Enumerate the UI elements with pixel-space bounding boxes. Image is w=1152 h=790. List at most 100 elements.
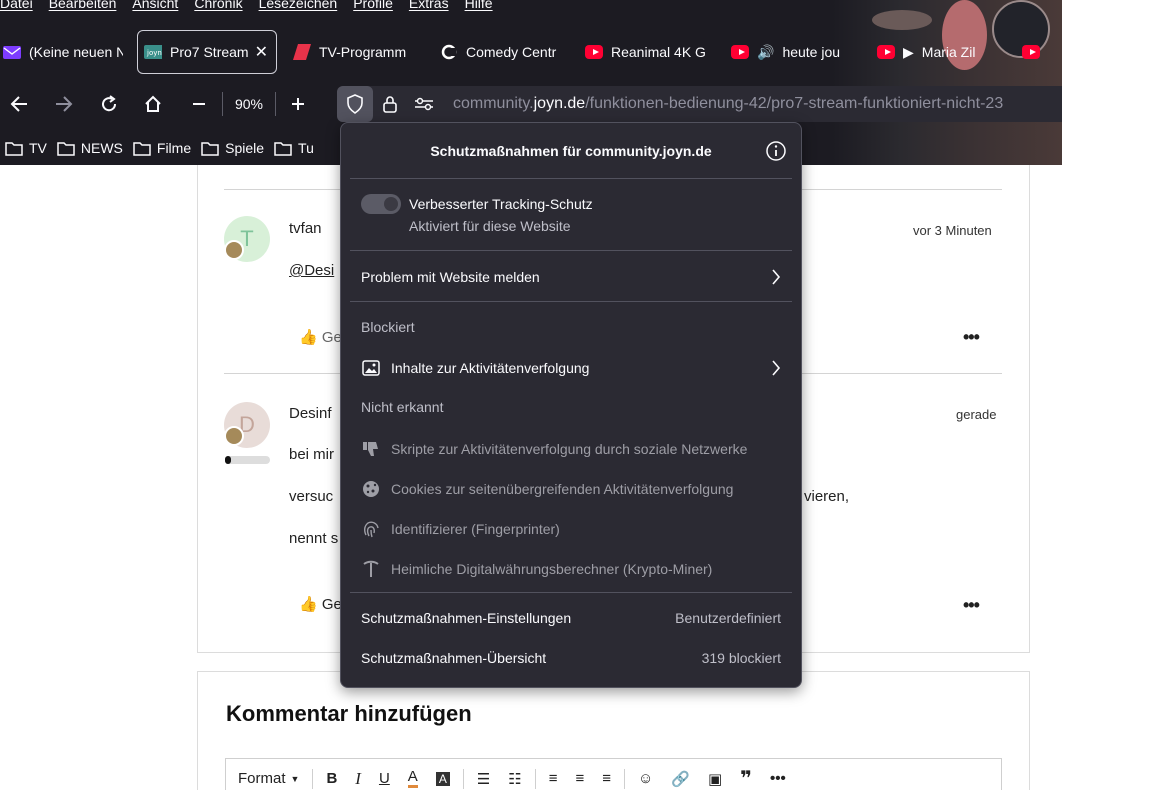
zoom-in-button[interactable] [285, 84, 311, 124]
menu-profile[interactable]: Profile [353, 0, 393, 15]
align-left-button[interactable]: ≡ [540, 759, 567, 790]
fingerprinters-row[interactable]: Identifizierer (Fingerprinter) [361, 519, 781, 539]
text-color-button[interactable]: A [399, 759, 427, 790]
tab-tv-programm[interactable]: TV-Programm [293, 30, 417, 74]
url-path: /funktionen-bedienung-42/pro7-stream-fun… [585, 95, 1004, 112]
cryptominers-row[interactable]: Heimliche Digitalwährungsberechner (Kryp… [361, 559, 781, 579]
menu-ansicht[interactable]: Ansicht [132, 0, 178, 15]
speaker-icon[interactable]: 🔊 [757, 44, 774, 61]
permissions-button[interactable] [407, 86, 441, 122]
bookmark-folder-tv[interactable]: TV [5, 140, 47, 156]
more-options-button[interactable]: ••• [963, 327, 980, 348]
menu-extras[interactable]: Extras [409, 0, 449, 15]
close-tab-icon[interactable]: ✕ [255, 42, 268, 62]
cryptominers-label: Heimliche Digitalwährungsberechner (Kryp… [391, 561, 713, 577]
tab-youtube[interactable] [1022, 30, 1062, 74]
url-text[interactable]: community.joyn.de/funktionen-bedienung-4… [453, 95, 1003, 113]
home-button[interactable] [138, 84, 168, 124]
tab-comedy-central[interactable]: Comedy Centr [440, 30, 562, 74]
tab-bar: (Keine neuen N joyn Pro7 Stream ✕ TV-Pro… [0, 30, 1062, 74]
image-icon [361, 358, 381, 378]
more-options-button[interactable]: ••• [963, 595, 980, 616]
bookmark-folder-spiele[interactable]: Spiele [201, 140, 264, 156]
reload-button[interactable] [94, 84, 124, 124]
forward-button[interactable] [49, 84, 79, 124]
back-button[interactable] [4, 84, 34, 124]
post-mention[interactable]: @Desi [289, 262, 334, 279]
like-button[interactable]: 👍 Ge [299, 595, 342, 613]
fingerprint-icon [361, 519, 381, 539]
play-icon[interactable]: ▶ [903, 44, 914, 61]
social-trackers-row[interactable]: Skripte zur Aktivitätenverfolgung durch … [361, 439, 781, 459]
format-dropdown[interactable]: Format ▼ [226, 759, 308, 790]
panel-title: Schutzmaßnahmen für community.joyn.de [430, 143, 712, 159]
youtube-icon [877, 45, 895, 59]
cross-site-cookies-label: Cookies zur seitenübergreifenden Aktivit… [391, 481, 734, 497]
chevron-right-icon [772, 269, 781, 285]
joyn-icon: joyn [144, 45, 162, 59]
align-center-button[interactable]: ≡ [567, 759, 594, 790]
folder-icon [274, 141, 292, 156]
quote-button[interactable]: ❞ [731, 759, 761, 790]
tab-mail[interactable]: (Keine neuen N [3, 30, 123, 74]
tracking-protection-toggle[interactable] [361, 194, 401, 214]
site-security-button[interactable] [373, 86, 407, 122]
bookmark-label: Filme [156, 140, 192, 156]
menu-lesezeichen[interactable]: Lesezeichen [259, 0, 338, 15]
post-author[interactable]: Desinf [289, 405, 332, 422]
image-button[interactable]: ▣ [699, 759, 731, 790]
align-right-button[interactable]: ≡ [593, 759, 620, 790]
tab-heute-journal[interactable]: 🔊 heute jou [731, 30, 851, 74]
menu-hilfe[interactable]: Hilfe [465, 0, 493, 15]
zoom-out-button[interactable] [186, 84, 212, 124]
tab-reanimal[interactable]: Reanimal 4K G [585, 30, 707, 74]
like-button[interactable]: 👍 Ge [299, 328, 342, 346]
protection-dashboard-button[interactable]: Schutzmaßnahmen-Übersicht 319 blockiert [361, 650, 781, 666]
blocked-heading: Blockiert [361, 319, 415, 335]
menu-chronik[interactable]: Chronik [194, 0, 242, 15]
post-author[interactable]: tvfan [289, 220, 322, 237]
zoom-level[interactable]: 90% [222, 92, 276, 116]
not-detected-heading: Nicht erkannt [361, 399, 444, 415]
underline-button[interactable]: U [370, 759, 399, 790]
menu-bar: Datei Bearbeiten Ansicht Chronik Lesezei… [0, 0, 493, 15]
info-button[interactable] [765, 140, 787, 165]
menu-datei[interactable]: Datei [0, 0, 33, 15]
link-button[interactable]: 🔗 [662, 759, 699, 790]
bookmark-folder-news[interactable]: NEWS [57, 140, 123, 156]
rank-badge [224, 426, 244, 446]
bookmark-folder-filme[interactable]: Filme [133, 140, 191, 156]
thumb-up-icon: 👍 [299, 329, 318, 346]
folder-icon [133, 141, 151, 156]
tracking-protection-subtitle: Aktiviert für diese Website [409, 218, 571, 234]
comedy-central-icon [440, 44, 458, 60]
thumb-down-icon [361, 439, 381, 459]
back-arrow-icon [10, 96, 27, 112]
report-problem-button[interactable]: Problem mit Website melden [361, 267, 781, 287]
protection-settings-value: Benutzerdefiniert [675, 610, 781, 626]
emoji-button[interactable]: ☺ [629, 759, 662, 790]
italic-button[interactable]: I [346, 759, 370, 790]
highlight-button[interactable]: A [427, 759, 459, 790]
tab-pro7-stream[interactable]: joyn Pro7 Stream ✕ [137, 30, 277, 74]
progress-bar [225, 456, 270, 464]
bullet-list-button[interactable]: ☰ [468, 759, 499, 790]
folder-icon [5, 141, 23, 156]
cross-site-cookies-row[interactable]: Cookies zur seitenübergreifenden Aktivit… [361, 479, 781, 499]
youtube-icon [585, 45, 603, 59]
tab-maria[interactable]: ▶ Maria Zil [877, 30, 997, 74]
address-bar[interactable]: community.joyn.de/funktionen-bedienung-4… [337, 86, 1062, 122]
protection-settings-button[interactable]: Schutzmaßnahmen-Einstellungen Benutzerde… [361, 610, 781, 626]
report-problem-label: Problem mit Website melden [361, 269, 540, 285]
protection-dashboard-label: Schutzmaßnahmen-Übersicht [361, 650, 547, 666]
tracking-protection-button[interactable] [337, 86, 373, 122]
menu-bearbeiten[interactable]: Bearbeiten [49, 0, 117, 15]
bookmark-label: Tu [298, 140, 314, 156]
numbered-list-button[interactable]: ☷ [499, 759, 530, 790]
bookmark-folder-tu[interactable]: Tu [274, 140, 314, 156]
rank-badge [224, 240, 244, 260]
bold-button[interactable]: B [317, 759, 346, 790]
comment-title: Kommentar hinzufügen [226, 701, 472, 726]
more-formatting-button[interactable]: ••• [761, 759, 795, 790]
tracking-content-row[interactable]: Inhalte zur Aktivitätenverfolgung [361, 358, 781, 378]
